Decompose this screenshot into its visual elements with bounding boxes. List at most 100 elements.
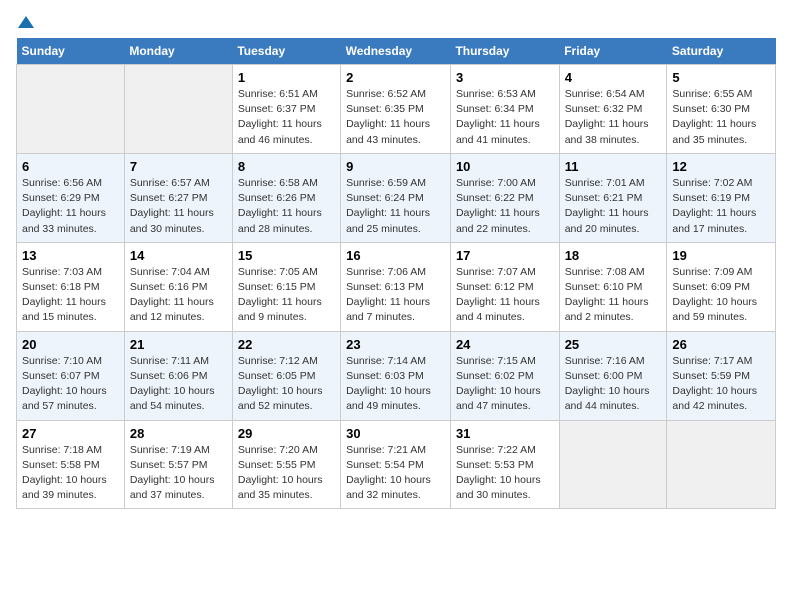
calendar-cell: 20 Sunrise: 7:10 AMSunset: 6:07 PMDayligh… (17, 331, 125, 420)
day-number: 15 (238, 248, 335, 263)
calendar-cell: 28 Sunrise: 7:19 AMSunset: 5:57 PMDayligh… (124, 420, 232, 509)
day-info: Sunrise: 7:06 AMSunset: 6:13 PMDaylight:… (346, 265, 445, 326)
calendar-cell: 12 Sunrise: 7:02 AMSunset: 6:19 PMDayligh… (667, 153, 776, 242)
calendar-cell: 27 Sunrise: 7:18 AMSunset: 5:58 PMDayligh… (17, 420, 125, 509)
calendar-week-row: 27 Sunrise: 7:18 AMSunset: 5:58 PMDayligh… (17, 420, 776, 509)
day-number: 18 (565, 248, 662, 263)
day-info: Sunrise: 7:01 AMSunset: 6:21 PMDaylight:… (565, 176, 662, 237)
calendar-cell: 11Sunrise: 7:01 AMSunset: 6:21 PMDayligh… (559, 153, 667, 242)
calendar-cell: 16 Sunrise: 7:06 AMSunset: 6:13 PMDayligh… (341, 242, 451, 331)
calendar-week-row: 1 Sunrise: 6:51 AMSunset: 6:37 PMDaylight… (17, 65, 776, 154)
day-info: Sunrise: 7:22 AMSunset: 5:53 PMDaylight:… (456, 443, 554, 504)
day-info: Sunrise: 7:03 AMSunset: 6:18 PMDaylight:… (22, 265, 119, 326)
day-number: 13 (22, 248, 119, 263)
day-number: 1 (238, 70, 335, 85)
day-number: 12 (672, 159, 770, 174)
calendar-cell: 24 Sunrise: 7:15 AMSunset: 6:02 PMDayligh… (450, 331, 559, 420)
calendar-cell: 21 Sunrise: 7:11 AMSunset: 6:06 PMDayligh… (124, 331, 232, 420)
calendar-cell: 4 Sunrise: 6:54 AMSunset: 6:32 PMDaylight… (559, 65, 667, 154)
day-number: 28 (130, 426, 227, 441)
day-info: Sunrise: 7:08 AMSunset: 6:10 PMDaylight:… (565, 265, 662, 326)
calendar-week-row: 6 Sunrise: 6:56 AMSunset: 6:29 PMDaylight… (17, 153, 776, 242)
day-info: Sunrise: 7:07 AMSunset: 6:12 PMDaylight:… (456, 265, 554, 326)
day-number: 23 (346, 337, 445, 352)
calendar-week-row: 13 Sunrise: 7:03 AMSunset: 6:18 PMDayligh… (17, 242, 776, 331)
day-number: 3 (456, 70, 554, 85)
day-info: Sunrise: 7:20 AMSunset: 5:55 PMDaylight:… (238, 443, 335, 504)
day-info: Sunrise: 7:16 AMSunset: 6:00 PMDaylight:… (565, 354, 662, 415)
logo-icon (18, 14, 34, 30)
day-info: Sunrise: 7:00 AMSunset: 6:22 PMDaylight:… (456, 176, 554, 237)
day-number: 30 (346, 426, 445, 441)
calendar-cell: 14Sunrise: 7:04 AMSunset: 6:16 PMDayligh… (124, 242, 232, 331)
calendar-cell: 26Sunrise: 7:17 AMSunset: 5:59 PMDayligh… (667, 331, 776, 420)
day-info: Sunrise: 6:57 AMSunset: 6:27 PMDaylight:… (130, 176, 227, 237)
day-info: Sunrise: 7:21 AMSunset: 5:54 PMDaylight:… (346, 443, 445, 504)
day-number: 24 (456, 337, 554, 352)
calendar-cell (124, 65, 232, 154)
weekday-header: Saturday (667, 38, 776, 65)
calendar-cell: 23 Sunrise: 7:14 AMSunset: 6:03 PMDayligh… (341, 331, 451, 420)
weekday-header: Tuesday (232, 38, 340, 65)
calendar-cell: 29 Sunrise: 7:20 AMSunset: 5:55 PMDayligh… (232, 420, 340, 509)
calendar-cell: 8Sunrise: 6:58 AMSunset: 6:26 PMDaylight… (232, 153, 340, 242)
day-info: Sunrise: 6:59 AMSunset: 6:24 PMDaylight:… (346, 176, 445, 237)
day-number: 7 (130, 159, 227, 174)
calendar-cell: 15 Sunrise: 7:05 AMSunset: 6:15 PMDayligh… (232, 242, 340, 331)
calendar-table: SundayMondayTuesdayWednesdayThursdayFrid… (16, 38, 776, 509)
day-number: 31 (456, 426, 554, 441)
day-number: 16 (346, 248, 445, 263)
calendar-cell: 18 Sunrise: 7:08 AMSunset: 6:10 PMDayligh… (559, 242, 667, 331)
calendar-cell: 19Sunrise: 7:09 AMSunset: 6:09 PMDayligh… (667, 242, 776, 331)
day-info: Sunrise: 6:56 AMSunset: 6:29 PMDaylight:… (22, 176, 119, 237)
logo (16, 16, 34, 30)
calendar-cell: 31 Sunrise: 7:22 AMSunset: 5:53 PMDayligh… (450, 420, 559, 509)
calendar-cell: 1 Sunrise: 6:51 AMSunset: 6:37 PMDaylight… (232, 65, 340, 154)
day-info: Sunrise: 7:14 AMSunset: 6:03 PMDaylight:… (346, 354, 445, 415)
day-info: Sunrise: 6:53 AMSunset: 6:34 PMDaylight:… (456, 87, 554, 148)
calendar-cell: 5 Sunrise: 6:55 AMSunset: 6:30 PMDaylight… (667, 65, 776, 154)
calendar-cell (559, 420, 667, 509)
day-number: 6 (22, 159, 119, 174)
day-number: 25 (565, 337, 662, 352)
day-number: 21 (130, 337, 227, 352)
day-info: Sunrise: 7:02 AMSunset: 6:19 PMDaylight:… (672, 176, 770, 237)
calendar-cell: 6 Sunrise: 6:56 AMSunset: 6:29 PMDaylight… (17, 153, 125, 242)
weekday-header: Friday (559, 38, 667, 65)
day-info: Sunrise: 7:10 AMSunset: 6:07 PMDaylight:… (22, 354, 119, 415)
page-header (16, 16, 776, 30)
day-info: Sunrise: 6:54 AMSunset: 6:32 PMDaylight:… (565, 87, 662, 148)
day-info: Sunrise: 7:12 AMSunset: 6:05 PMDaylight:… (238, 354, 335, 415)
day-info: Sunrise: 7:18 AMSunset: 5:58 PMDaylight:… (22, 443, 119, 504)
day-number: 27 (22, 426, 119, 441)
day-number: 10 (456, 159, 554, 174)
day-number: 4 (565, 70, 662, 85)
day-info: Sunrise: 7:15 AMSunset: 6:02 PMDaylight:… (456, 354, 554, 415)
day-number: 20 (22, 337, 119, 352)
calendar-cell: 7 Sunrise: 6:57 AMSunset: 6:27 PMDaylight… (124, 153, 232, 242)
calendar-cell: 10 Sunrise: 7:00 AMSunset: 6:22 PMDayligh… (450, 153, 559, 242)
day-info: Sunrise: 6:51 AMSunset: 6:37 PMDaylight:… (238, 87, 335, 148)
day-info: Sunrise: 6:58 AMSunset: 6:26 PMDaylight:… (238, 176, 335, 237)
day-number: 22 (238, 337, 335, 352)
day-number: 14 (130, 248, 227, 263)
day-number: 29 (238, 426, 335, 441)
day-info: Sunrise: 6:55 AMSunset: 6:30 PMDaylight:… (672, 87, 770, 148)
day-number: 26 (672, 337, 770, 352)
calendar-week-row: 20 Sunrise: 7:10 AMSunset: 6:07 PMDayligh… (17, 331, 776, 420)
calendar-cell (17, 65, 125, 154)
weekday-header-row: SundayMondayTuesdayWednesdayThursdayFrid… (17, 38, 776, 65)
weekday-header: Thursday (450, 38, 559, 65)
weekday-header: Monday (124, 38, 232, 65)
day-number: 5 (672, 70, 770, 85)
calendar-cell: 30 Sunrise: 7:21 AMSunset: 5:54 PMDayligh… (341, 420, 451, 509)
calendar-cell: 25 Sunrise: 7:16 AMSunset: 6:00 PMDayligh… (559, 331, 667, 420)
calendar-cell: 9 Sunrise: 6:59 AMSunset: 6:24 PMDaylight… (341, 153, 451, 242)
day-info: Sunrise: 7:05 AMSunset: 6:15 PMDaylight:… (238, 265, 335, 326)
day-info: Sunrise: 7:11 AMSunset: 6:06 PMDaylight:… (130, 354, 227, 415)
day-info: Sunrise: 7:09 AMSunset: 6:09 PMDaylight:… (672, 265, 770, 326)
day-number: 9 (346, 159, 445, 174)
calendar-cell: 3 Sunrise: 6:53 AMSunset: 6:34 PMDaylight… (450, 65, 559, 154)
weekday-header: Sunday (17, 38, 125, 65)
day-info: Sunrise: 7:19 AMSunset: 5:57 PMDaylight:… (130, 443, 227, 504)
